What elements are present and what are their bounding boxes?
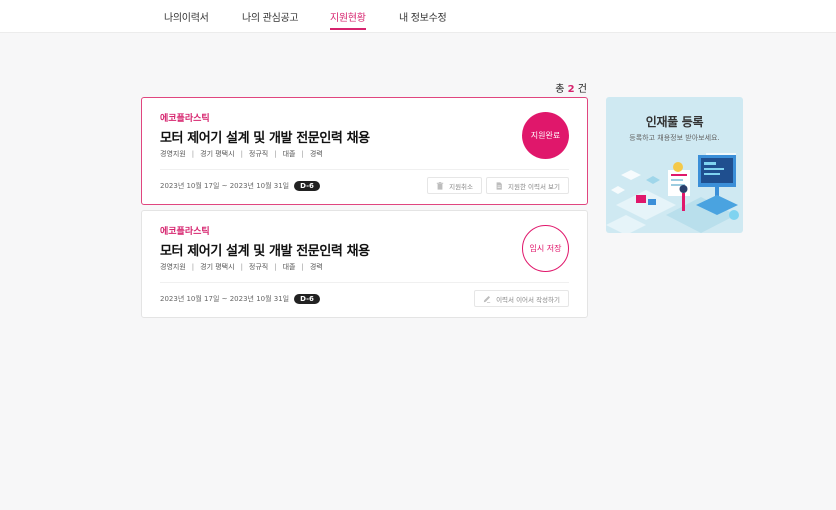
tab-edit-profile[interactable]: 내 정보수정	[399, 9, 447, 28]
pencil-icon	[483, 295, 491, 303]
period-text: 2023년 10월 17일 ~ 2023년 10월 31일	[160, 182, 290, 190]
cancel-application-label: 지원취소	[449, 182, 474, 191]
talent-pool-banner[interactable]: 인재풀 등록 등록하고 채용정보 받아보세요.	[606, 97, 743, 233]
status-badge-draft: 임시 저장	[522, 225, 569, 272]
meta-education: 대졸	[282, 263, 296, 271]
meta-career: 경력	[309, 150, 323, 158]
job-title[interactable]: 모터 제어기 설계 및 개발 전문인력 채용	[160, 127, 370, 146]
dday-badge: D-6	[294, 181, 320, 191]
meta-career: 경력	[309, 263, 323, 271]
card-actions: 지원취소 지원한 이력서 보기	[427, 177, 569, 194]
document-icon	[496, 181, 502, 190]
tab-application-status[interactable]: 지원현황	[330, 9, 366, 30]
view-submitted-resume-label: 지원한 이력서 보기	[508, 182, 560, 191]
banner-subtitle: 등록하고 채용정보 받아보세요.	[629, 134, 720, 142]
meta-job-category: 경영지원	[160, 263, 186, 271]
total-count-number: 2	[567, 84, 575, 95]
job-title[interactable]: 모터 제어기 설계 및 개발 전문인력 채용	[160, 240, 370, 259]
meta-employment-type: 정규직	[248, 150, 269, 158]
workspace-illustration	[606, 153, 739, 233]
application-card[interactable]: 에코플라스틱 모터 제어기 설계 및 개발 전문인력 채용 경영지원 | 경기 평택…	[141, 97, 588, 205]
job-meta: 경영지원 | 경기 평택시 | 정규직 | 대졸 | 경력	[160, 263, 323, 271]
meta-location: 경기 평택시	[200, 150, 235, 158]
application-period: 2023년 10월 17일 ~ 2023년 10월 31일 D-6	[160, 181, 320, 191]
tab-resume[interactable]: 나의이력서	[164, 9, 209, 28]
tab-interest-jobs[interactable]: 나의 관심공고	[242, 9, 299, 28]
view-submitted-resume-button[interactable]: 지원한 이력서 보기	[486, 177, 569, 194]
dday-badge: D-6	[294, 294, 320, 304]
banner-title: 인재풀 등록	[645, 115, 704, 129]
total-count-suffix: 건	[577, 84, 587, 95]
card-divider	[160, 282, 569, 283]
continue-resume-button[interactable]: 이력서 이어서 작성하기	[474, 290, 569, 307]
card-divider	[160, 169, 569, 170]
meta-job-category: 경영지원	[160, 150, 186, 158]
top-navigation: 나의이력서 나의 관심공고 지원현황 내 정보수정	[0, 0, 836, 33]
total-count-prefix: 총	[555, 84, 565, 95]
company-name[interactable]: 에코플라스틱	[160, 224, 210, 237]
meta-employment-type: 정규직	[248, 263, 269, 271]
meta-education: 대졸	[282, 150, 296, 158]
trash-icon	[436, 181, 444, 190]
continue-resume-label: 이력서 이어서 작성하기	[496, 295, 560, 304]
period-text: 2023년 10월 17일 ~ 2023년 10월 31일	[160, 295, 290, 303]
job-meta: 경영지원 | 경기 평택시 | 정규직 | 대졸 | 경력	[160, 150, 323, 158]
total-count: 총 2 건	[520, 80, 587, 95]
meta-location: 경기 평택시	[200, 263, 235, 271]
status-badge-completed: 지원완료	[522, 112, 569, 159]
cancel-application-button[interactable]: 지원취소	[427, 177, 483, 194]
card-actions: 이력서 이어서 작성하기	[474, 290, 569, 307]
application-card[interactable]: 에코플라스틱 모터 제어기 설계 및 개발 전문인력 채용 경영지원 | 경기 평택…	[141, 210, 588, 318]
application-period: 2023년 10월 17일 ~ 2023년 10월 31일 D-6	[160, 294, 320, 304]
company-name[interactable]: 에코플라스틱	[160, 111, 210, 124]
